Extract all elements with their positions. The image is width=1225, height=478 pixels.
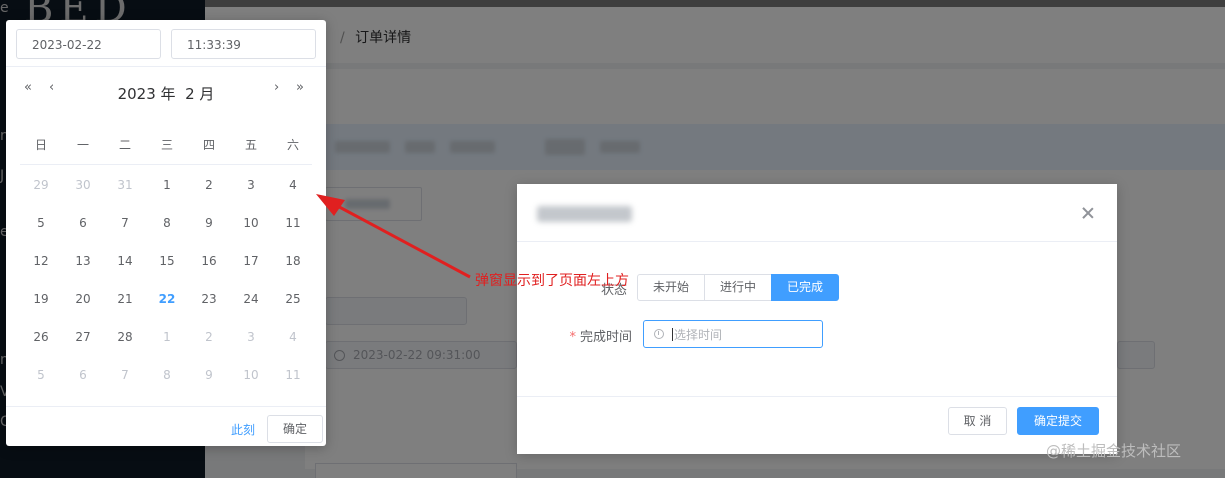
annotation-arrow [316,194,471,279]
annotation-text: 弹窗显示到了页面左上方 [475,273,629,289]
arrow-head [316,194,345,216]
watermark: @稀土掘金技术社区 [1046,442,1182,460]
arrow-shaft [329,200,471,279]
